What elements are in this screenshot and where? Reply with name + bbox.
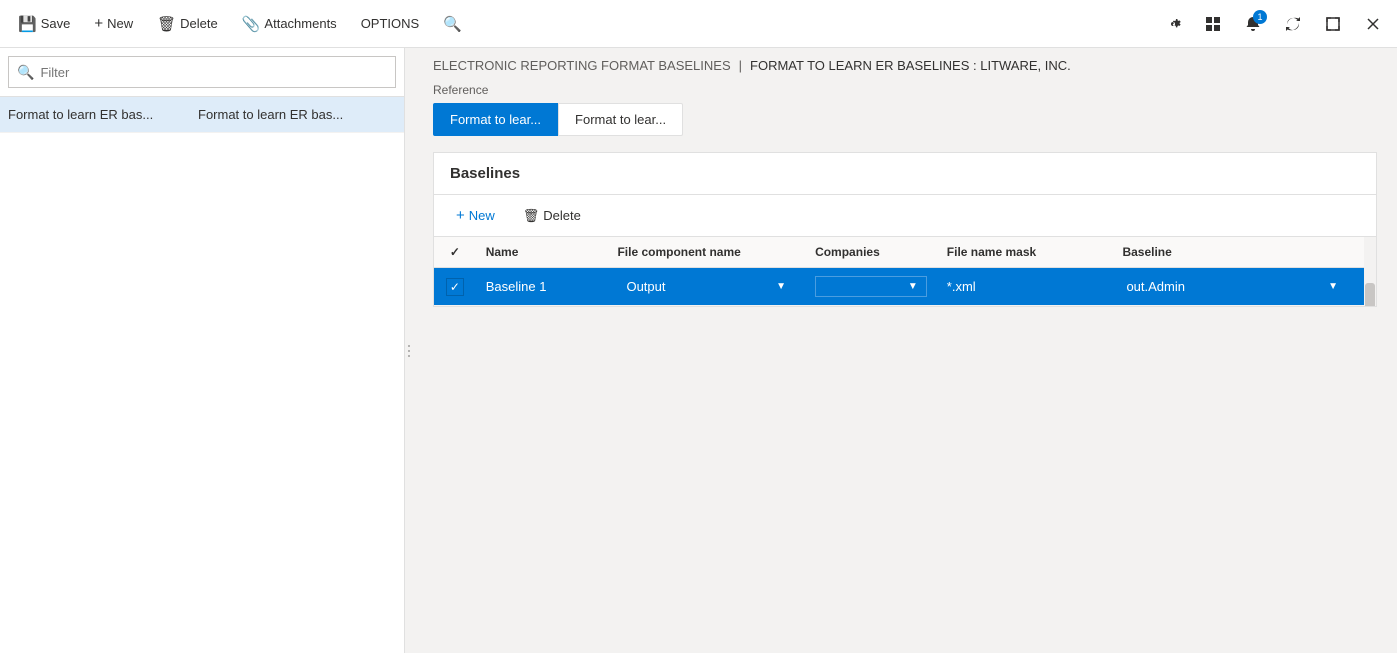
baseline-value: out.Admin (1122, 277, 1322, 296)
search-icon: 🔍 (443, 15, 462, 33)
filter-input[interactable] (40, 65, 387, 80)
baselines-table: ✓ Name File component name Companies Fil… (434, 237, 1376, 306)
notification-badge: 1 (1253, 10, 1267, 24)
refresh-btn[interactable] (1277, 8, 1309, 40)
baselines-title: Baselines (434, 153, 1376, 195)
row-file-component[interactable]: Output ▼ (607, 268, 805, 306)
row-companies[interactable]: ▼ (805, 268, 937, 306)
breadcrumb: ELECTRONIC REPORTING FORMAT BASELINES | … (413, 48, 1397, 83)
companies-dropdown[interactable]: ▼ (815, 276, 927, 297)
ref-tab-1[interactable]: Format to lear... (433, 103, 558, 136)
row-checkbox[interactable]: ✓ (434, 268, 476, 306)
drag-dot (408, 350, 410, 352)
drag-handle[interactable] (405, 48, 413, 653)
baseline-chevron-icon[interactable]: ▼ (1322, 279, 1344, 294)
col-header-name: Name (476, 237, 608, 268)
sidebar-item-col1: Format to learn ER bas... (8, 107, 198, 122)
baselines-card: Baselines + New 🗑 Delete (433, 152, 1377, 307)
delete-button[interactable]: 🗑 Delete (147, 9, 228, 39)
filter-input-wrapper[interactable]: 🔍 (8, 56, 396, 88)
scrollbar-track[interactable] (1364, 237, 1376, 306)
content-area: ELECTRONIC REPORTING FORMAT BASELINES | … (413, 48, 1397, 653)
col-header-companies: Companies (805, 237, 937, 268)
options-label: OPTIONS (361, 16, 420, 31)
sidebar-item-col2: Format to learn ER bas... (198, 107, 396, 122)
col-header-file-mask: File name mask (937, 237, 1113, 268)
ref-tab-2[interactable]: Format to lear... (558, 103, 683, 136)
close-btn[interactable] (1357, 8, 1389, 40)
content-body: Reference Format to lear... Format to le… (413, 83, 1397, 653)
check-mark: ✓ (450, 280, 460, 294)
search-button[interactable]: 🔍 (433, 9, 472, 39)
baselines-delete-button[interactable]: 🗑 Delete (513, 203, 591, 228)
baselines-new-icon: + (456, 207, 465, 224)
table-row[interactable]: ✓ Baseline 1 Output ▼ (434, 268, 1376, 306)
breadcrumb-separator: | (739, 58, 742, 73)
baselines-delete-label: Delete (543, 208, 581, 223)
attachment-icon: 📎 (242, 15, 261, 33)
attachments-button[interactable]: 📎 Attachments (232, 9, 347, 39)
sidebar-item[interactable]: Format to learn ER bas... Format to lear… (0, 97, 404, 133)
new-label: New (107, 16, 133, 31)
filter-icon: 🔍 (17, 64, 34, 81)
save-icon: 💾 (18, 15, 37, 33)
toolbar: 💾 Save + New 🗑 Delete 📎 Attachments OPTI… (8, 9, 472, 39)
row-file-mask[interactable]: *.xml (937, 268, 1113, 306)
checkbox-blue: ✓ (446, 278, 464, 296)
reference-label: Reference (433, 83, 1377, 97)
reference-tabs: Format to lear... Format to lear... (433, 103, 1377, 136)
title-bar-right: 1 (1157, 8, 1389, 40)
drag-dot (408, 345, 410, 347)
new-button[interactable]: + New (84, 9, 143, 38)
delete-label: Delete (180, 16, 218, 31)
breadcrumb-part1: ELECTRONIC REPORTING FORMAT BASELINES (433, 58, 731, 73)
breadcrumb-part2: FORMAT TO LEARN ER BASELINES : LITWARE, … (750, 58, 1071, 73)
file-component-dropdown[interactable]: Output ▼ (617, 274, 795, 299)
add-icon: + (94, 15, 103, 32)
row-name[interactable]: Baseline 1 (476, 268, 608, 306)
settings-icon-btn[interactable] (1157, 8, 1189, 40)
save-button[interactable]: 💾 Save (8, 9, 80, 39)
office-icon-btn[interactable] (1197, 8, 1229, 40)
col-header-file-component: File component name (607, 237, 805, 268)
notification-container: 1 (1237, 8, 1269, 40)
scrollbar-thumb[interactable] (1365, 283, 1375, 306)
table-wrapper: ✓ Name File component name Companies Fil… (434, 237, 1376, 306)
baselines-new-label: New (469, 208, 495, 223)
baselines-new-button[interactable]: + New (446, 203, 505, 228)
file-component-value: Output (626, 279, 665, 294)
sidebar: 🔍 Format to learn ER bas... Format to le… (0, 48, 405, 653)
delete-icon: 🗑 (157, 15, 176, 33)
title-bar: 💾 Save + New 🗑 Delete 📎 Attachments OPTI… (0, 0, 1397, 48)
filter-bar: 🔍 (0, 48, 404, 97)
notification-btn[interactable]: 1 (1237, 8, 1269, 40)
row-baseline[interactable]: out.Admin ▼ (1112, 268, 1354, 306)
baselines-delete-icon: 🗑 (523, 208, 540, 224)
drag-dot (408, 355, 410, 357)
chevron-down-icon: ▼ (908, 281, 918, 292)
baselines-toolbar: + New 🗑 Delete (434, 195, 1376, 237)
main-layout: 🔍 Format to learn ER bas... Format to le… (0, 48, 1397, 653)
attachments-label: Attachments (264, 16, 336, 31)
save-label: Save (41, 16, 71, 31)
sidebar-list: Format to learn ER bas... Format to lear… (0, 97, 404, 653)
reference-section: Reference Format to lear... Format to le… (433, 83, 1377, 136)
col-header-baseline: Baseline (1112, 237, 1354, 268)
chevron-down-icon: ▼ (776, 281, 786, 292)
expand-btn[interactable] (1317, 8, 1349, 40)
options-button[interactable]: OPTIONS (351, 10, 430, 37)
col-header-check: ✓ (434, 237, 476, 268)
